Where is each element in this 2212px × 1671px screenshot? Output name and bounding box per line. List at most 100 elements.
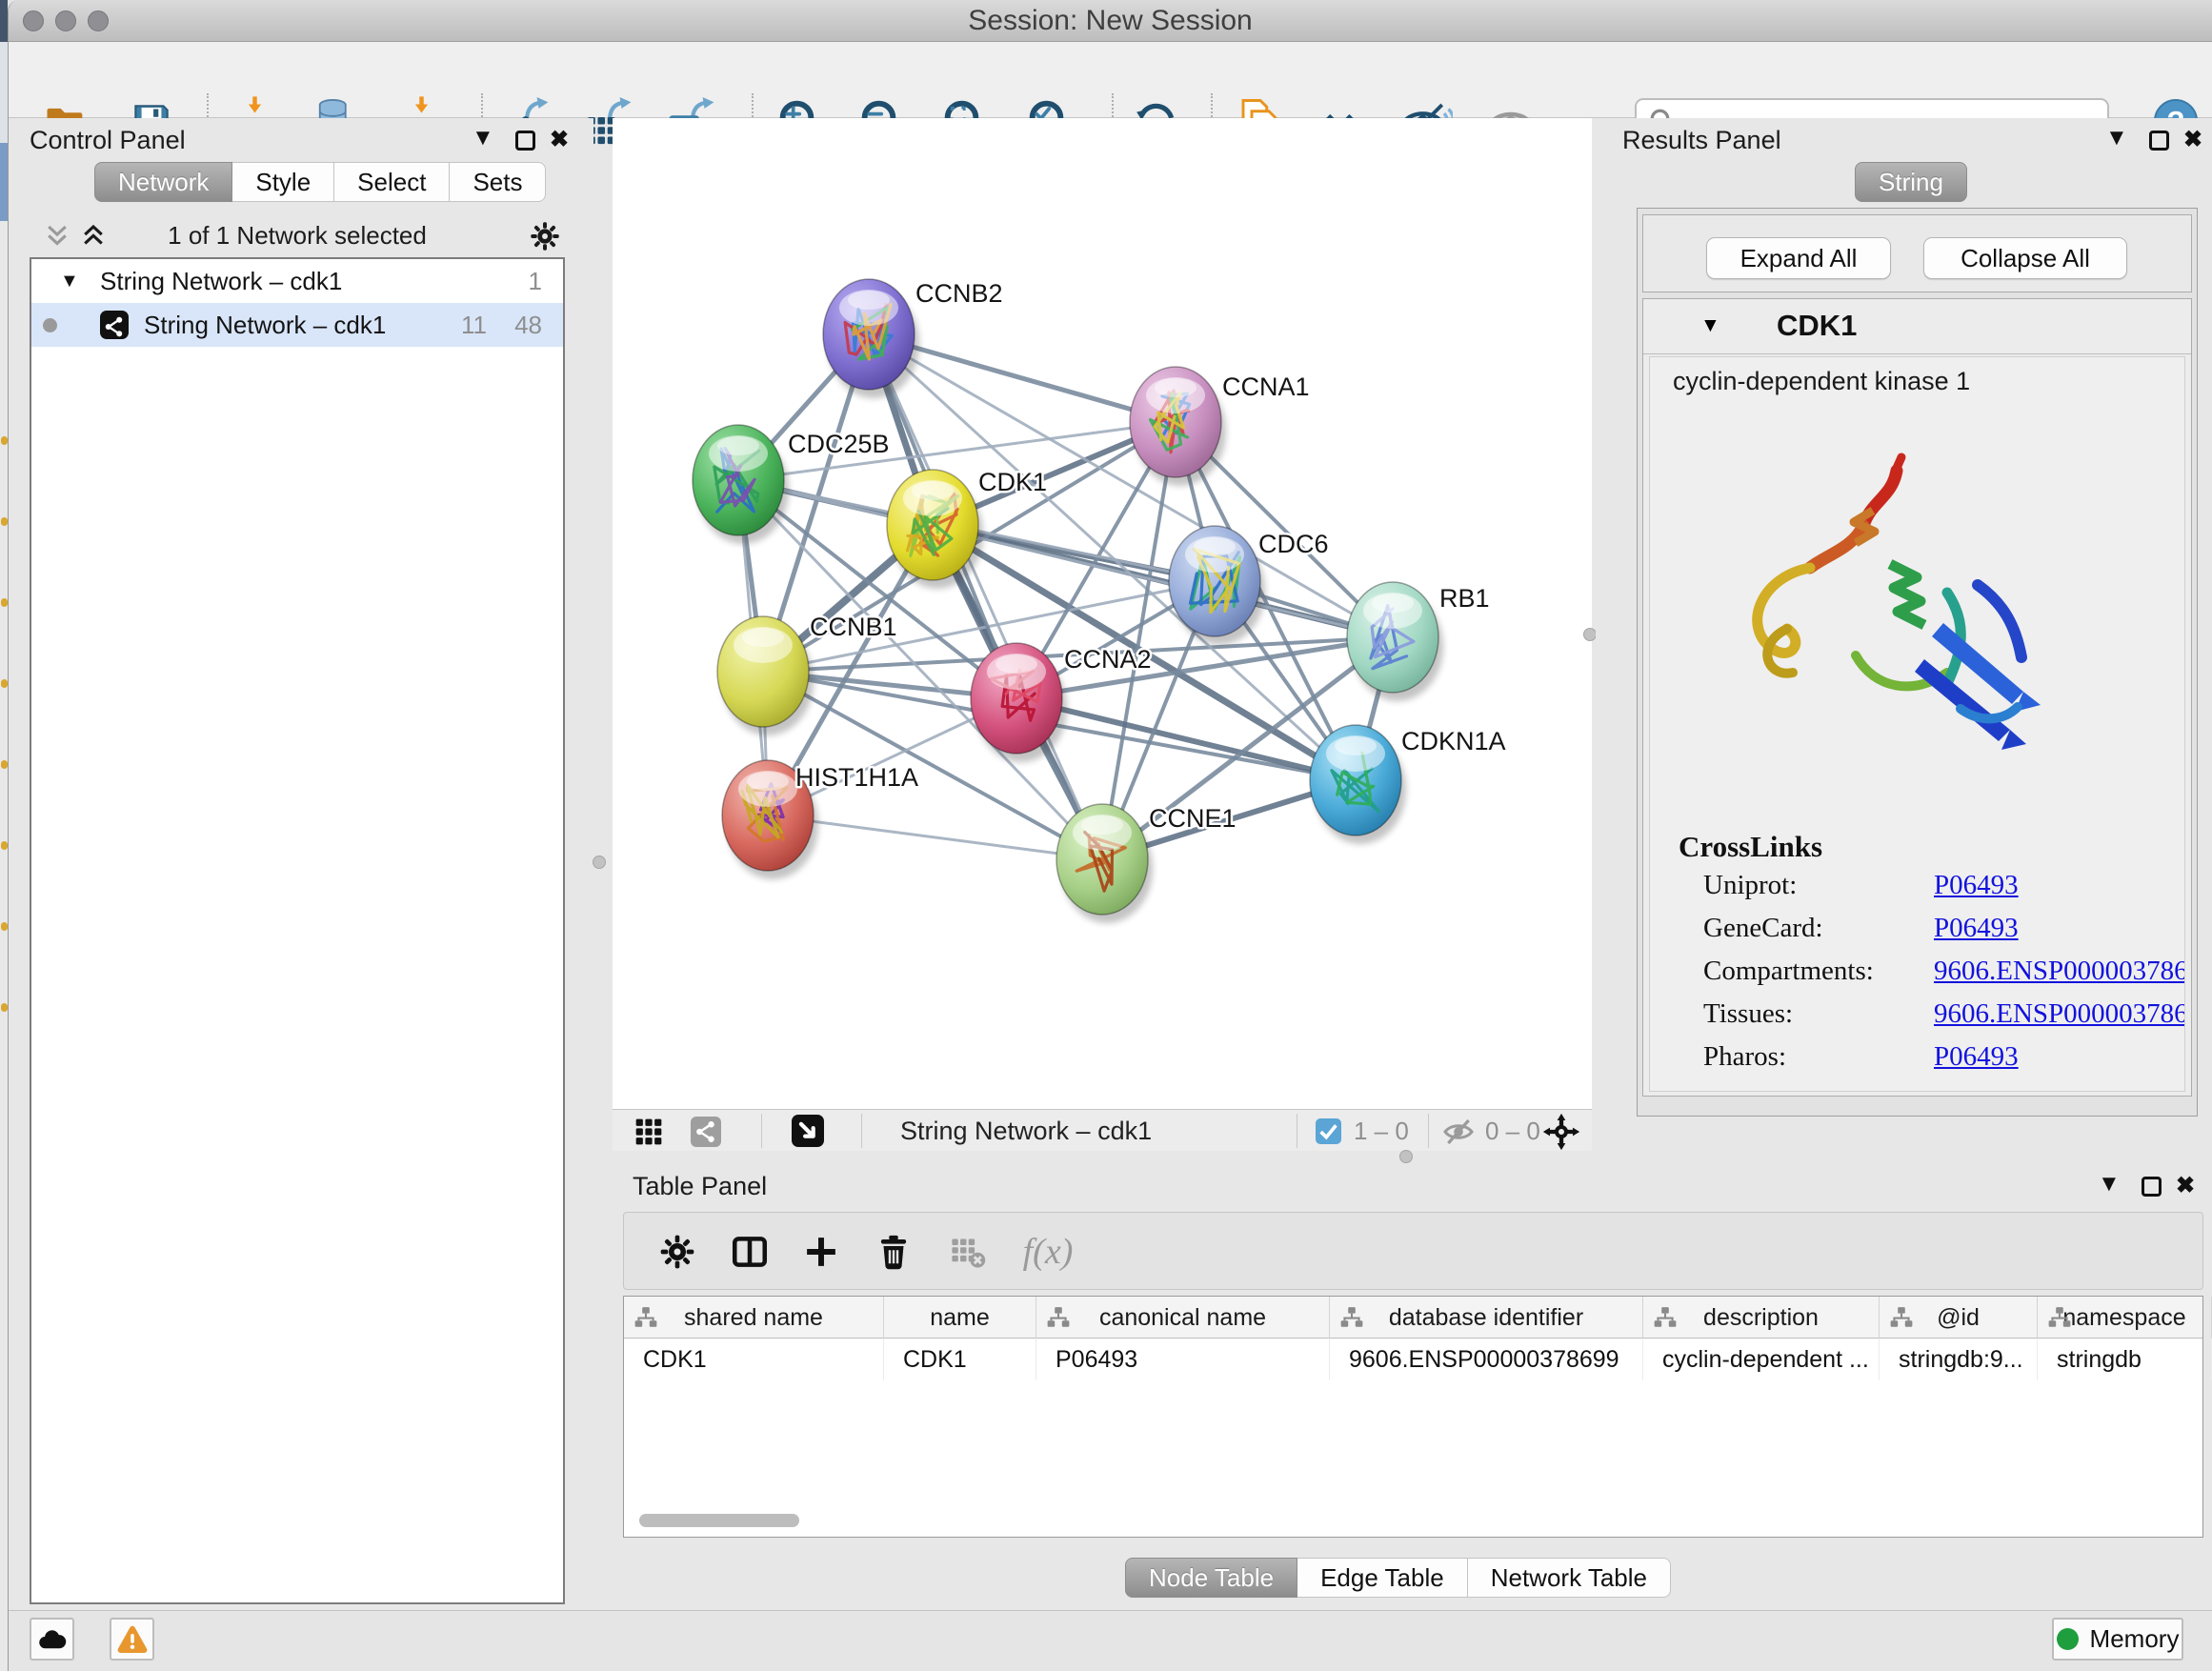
table-cell[interactable]: P06493 <box>1036 1339 1330 1380</box>
column-header--id[interactable]: @id <box>1880 1297 2038 1339</box>
network-options-gear-icon[interactable] <box>529 220 561 252</box>
node-label-CCNB2: CCNB2 <box>915 279 1003 308</box>
table-panel: Table Panel ▼ ✖ f(x) shared namenamecano… <box>605 1164 2212 1610</box>
tab-node-table[interactable]: Node Table <box>1125 1558 1297 1598</box>
column-header-description[interactable]: description <box>1643 1297 1880 1339</box>
table-cell[interactable]: stringdb <box>2038 1339 2212 1380</box>
right-splitter-handle[interactable] <box>1583 628 1597 641</box>
tab-sets[interactable]: Sets <box>450 162 546 202</box>
left-splitter-handle[interactable] <box>593 856 606 869</box>
warnings-button[interactable] <box>110 1618 154 1661</box>
column-header-namespace[interactable]: namespace <box>2038 1297 2212 1339</box>
network-collection-row[interactable]: ▼ String Network – cdk1 1 <box>31 259 563 303</box>
tree-column-icon <box>1653 1305 1678 1330</box>
control-panel-float-icon[interactable] <box>515 131 535 151</box>
network-node-CCNA1[interactable] <box>1130 367 1226 486</box>
birds-eye-view-icon[interactable] <box>792 1115 824 1147</box>
network-badge-icon[interactable] <box>691 1117 721 1147</box>
table-cell[interactable]: cyclin-dependent ... <box>1643 1339 1880 1380</box>
crosslink-link[interactable]: P06493 <box>1934 907 2019 950</box>
network-selection-bar: 1 of 1 Network selected <box>30 213 565 257</box>
tab-select[interactable]: Select <box>334 162 450 202</box>
table-row[interactable]: CDK1CDK1P064939606.ENSP00000378699cyclin… <box>624 1339 2202 1380</box>
section-expander-icon[interactable]: ▼ <box>1700 314 1720 337</box>
network-node-CDC6[interactable] <box>1169 526 1265 645</box>
tab-network[interactable]: Network <box>94 162 232 202</box>
column-header-canonical-name[interactable]: canonical name <box>1036 1297 1330 1339</box>
protein-structure-image <box>1675 423 2041 769</box>
tree-column-icon <box>1889 1305 1914 1330</box>
node-label-CCNB1: CCNB1 <box>810 613 897 641</box>
table-cell[interactable]: stringdb:9... <box>1880 1339 2038 1380</box>
control-panel-close-icon[interactable]: ✖ <box>550 128 569 152</box>
column-header-shared-name[interactable]: shared name <box>624 1297 884 1339</box>
network-node-RB1[interactable] <box>1347 582 1443 701</box>
network-row-selected[interactable]: String Network – cdk1 11 48 <box>31 303 563 347</box>
grid-view-icon[interactable] <box>633 1117 664 1147</box>
table-cell[interactable]: CDK1 <box>624 1339 884 1380</box>
network-node-CCNB1[interactable] <box>717 616 814 735</box>
control-panel: Control Panel ▼ ✖ Network Style Select S… <box>9 118 593 1610</box>
protein-section-header[interactable]: ▼ CDK1 <box>1643 299 2191 354</box>
control-panel-collapse-icon[interactable]: ▼ <box>472 126 494 151</box>
table-cell[interactable]: 9606.ENSP00000378699 <box>1330 1339 1643 1380</box>
main-toolbar: ? <box>9 42 2212 118</box>
results-panel-float-icon[interactable] <box>2149 131 2169 151</box>
add-column-icon[interactable] <box>794 1225 848 1278</box>
column-header-name[interactable]: name <box>884 1297 1036 1339</box>
crosslink-label: Tissues: <box>1703 993 1793 1036</box>
table-horizontal-scrollbar[interactable] <box>630 1514 2192 1529</box>
results-panel-close-icon[interactable]: ✖ <box>2183 128 2202 152</box>
network-canvas[interactable]: CCNB2CCNA1CDC25BCDK1CDC6RB1CCNB1CCNA2HIS… <box>613 118 1592 1109</box>
column-header-label: database identifier <box>1389 1304 1583 1332</box>
delete-column-trash-icon[interactable] <box>867 1225 920 1278</box>
collapse-all-button[interactable]: Collapse All <box>1923 237 2127 279</box>
table-cell[interactable]: CDK1 <box>884 1339 1036 1380</box>
expand-all-button[interactable]: Expand All <box>1706 237 1891 279</box>
network-node-CCNA2[interactable] <box>971 643 1067 762</box>
toolbar-separator <box>761 1114 762 1148</box>
crosslink-label: Compartments: <box>1703 950 1874 993</box>
memory-status-dot <box>2057 1628 2079 1650</box>
crosslink-link[interactable]: P06493 <box>1934 1036 2019 1078</box>
node-label-RB1: RB1 <box>1439 584 1490 613</box>
cloud-status-button[interactable] <box>30 1618 74 1661</box>
tree-expander-icon[interactable]: ▼ <box>60 259 79 303</box>
show-columns-icon[interactable] <box>723 1225 776 1278</box>
memory-button[interactable]: Memory <box>2052 1618 2183 1661</box>
network-view: CCNB2CCNA1CDC25BCDK1CDC6RB1CCNB1CCNA2HIS… <box>605 118 1592 1151</box>
tab-edge-table[interactable]: Edge Table <box>1297 1558 1468 1598</box>
pan-crosshair-icon[interactable] <box>1542 1113 1580 1151</box>
network-node-CDK1[interactable] <box>887 470 983 589</box>
table-panel-float-icon[interactable] <box>2142 1177 2162 1197</box>
table-panel-close-icon[interactable]: ✖ <box>2176 1174 2195 1198</box>
scrollbar-thumb[interactable] <box>639 1514 799 1527</box>
network-node-CDKN1A[interactable] <box>1310 725 1406 844</box>
node-label-CCNA1: CCNA1 <box>1222 372 1310 401</box>
tab-network-table[interactable]: Network Table <box>1468 1558 1671 1598</box>
network-tree: ▼ String Network – cdk1 1 String Network… <box>30 257 565 1604</box>
control-panel-tabs: Network Style Select Sets <box>94 162 546 202</box>
table-options-gear-icon[interactable] <box>651 1225 704 1278</box>
results-panel-collapse-icon[interactable]: ▼ <box>2105 126 2128 151</box>
current-network-dot-icon <box>43 318 57 332</box>
selected-checkbox-icon[interactable] <box>1316 1118 1341 1144</box>
network-node-CCNB2[interactable] <box>823 279 919 398</box>
network-row-label: String Network – cdk1 <box>144 303 386 347</box>
node-label-CDC25B: CDC25B <box>788 430 890 458</box>
node-label-CDKN1A: CDKN1A <box>1401 727 1506 755</box>
crosslink-link[interactable]: 9606.ENSP00000378699 <box>1934 950 2185 993</box>
network-collection-label: String Network – cdk1 <box>100 259 342 303</box>
crosslink-row-0: Uniprot:P06493 <box>1703 864 2184 907</box>
crosslink-link[interactable]: 9606.ENSP00000378699 <box>1934 993 2185 1036</box>
column-header-database-identifier[interactable]: database identifier <box>1330 1297 1643 1339</box>
network-view-title: String Network – cdk1 <box>900 1110 1152 1152</box>
network-view-toolbar: String Network – cdk1 1 – 0 0 – 0 <box>613 1109 1592 1151</box>
crosslink-label: Pharos: <box>1703 1036 1786 1078</box>
table-panel-collapse-icon[interactable]: ▼ <box>2098 1172 2121 1197</box>
network-node-CCNE1[interactable] <box>1056 804 1153 923</box>
crosslink-link[interactable]: P06493 <box>1934 864 2019 907</box>
horizontal-splitter-handle[interactable] <box>1399 1150 1413 1163</box>
tab-style[interactable]: Style <box>232 162 334 202</box>
tab-string[interactable]: String <box>1855 162 1967 202</box>
